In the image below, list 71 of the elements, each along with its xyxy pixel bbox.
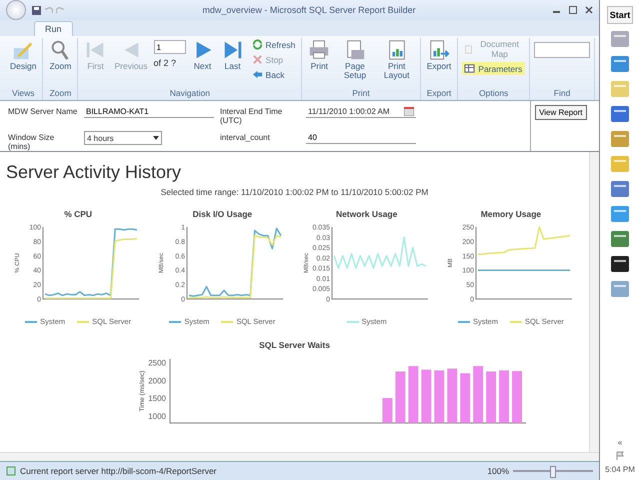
last-arrow-icon xyxy=(222,39,244,61)
field-label: interval_count xyxy=(220,132,271,144)
chart-title: Memory Usage xyxy=(480,209,542,219)
find-field[interactable] xyxy=(534,42,590,58)
group-label: Find xyxy=(552,88,572,100)
page-count: of 2 ? xyxy=(154,58,178,68)
ribbon-button[interactable]: Back xyxy=(250,68,298,81)
report-title: Server Activity History xyxy=(6,162,182,183)
view-report-button[interactable]: View Report xyxy=(535,105,586,120)
app-menu-button[interactable] xyxy=(6,0,26,20)
refresh-icon xyxy=(252,39,263,50)
field-label: MDW Server Name xyxy=(8,106,78,118)
chart-title: Network Usage xyxy=(336,209,398,219)
field-label: Interval End Time (UTC) xyxy=(220,106,284,125)
window-title: mdw_overview - Microsoft SQL Server Report Builder xyxy=(201,5,417,15)
chart-title: % CPU xyxy=(64,209,92,219)
tick-label: 2000 xyxy=(148,376,166,386)
group-label: Print xyxy=(351,88,371,100)
parameters-icon xyxy=(464,63,476,74)
ribbon-button[interactable]: Print Layout xyxy=(378,38,416,82)
ribbon-button[interactable]: Next xyxy=(190,38,216,72)
stop-icon xyxy=(252,54,263,65)
time-range-text: Selected time range: 11/10/2010 1:00:02 PM to 11/10/2010 5:00:02 PM xyxy=(160,187,430,197)
magnifier-icon xyxy=(49,39,72,61)
flag-icon[interactable] xyxy=(615,451,626,461)
close-icon[interactable] xyxy=(585,6,594,14)
dropdown-field[interactable]: 4 hours xyxy=(84,131,162,145)
ribbon-button[interactable]: Print xyxy=(306,38,332,72)
ribbon-button[interactable]: Zoom xyxy=(47,38,74,72)
document-icon xyxy=(464,44,474,54)
ribbon-button[interactable]: Design xyxy=(8,38,38,72)
redo-icon[interactable] xyxy=(56,6,65,14)
back-arrow-icon xyxy=(252,69,263,80)
group-label: Options xyxy=(478,88,510,100)
server-icon xyxy=(6,466,16,476)
vertical-scrollbar[interactable] xyxy=(589,152,600,452)
page-number-field[interactable]: 1 xyxy=(154,40,186,54)
chart-title: Disk I/O Usage xyxy=(192,209,252,219)
ribbon-tab[interactable]: Run xyxy=(34,21,73,36)
date-field[interactable]: 11/11/2010 1:00:02 AM xyxy=(306,105,416,118)
export-chart-icon xyxy=(428,39,450,61)
ribbon-button[interactable]: Export xyxy=(424,38,454,72)
start-button[interactable]: Start xyxy=(606,6,634,24)
ribbon-button[interactable]: Last xyxy=(220,38,246,72)
tick-label: 1500 xyxy=(148,394,166,404)
tray-expand-button[interactable]: « xyxy=(618,438,622,447)
maximize-icon[interactable] xyxy=(569,6,578,14)
printer-icon xyxy=(308,39,330,61)
group-label: Views xyxy=(10,88,36,100)
group-label: Zoom xyxy=(48,88,72,100)
clock[interactable]: 5:04 PM xyxy=(605,465,635,474)
group-label: Export xyxy=(426,88,452,100)
zoom-slider-thumb[interactable] xyxy=(550,466,556,478)
horizontal-scrollbar[interactable] xyxy=(0,452,600,461)
taskbar-app-icon[interactable] xyxy=(609,254,632,274)
undo-icon[interactable] xyxy=(44,6,53,14)
group-label: Navigation xyxy=(168,88,211,100)
dropdown-arrow-icon xyxy=(153,136,159,140)
zoom-level: 100% xyxy=(487,466,510,476)
chart-title: SQL Server Waits xyxy=(259,340,330,350)
status-text: Current report server http://bill-scom-4/ReportServer xyxy=(20,466,218,476)
calendar-icon xyxy=(404,106,414,116)
tick-label: 2500 xyxy=(148,358,166,368)
ribbon-button[interactable]: Refresh xyxy=(250,38,298,51)
tick-label: 1000 xyxy=(148,412,166,421)
save-icon[interactable] xyxy=(32,6,41,14)
ribbon-button[interactable]: Page Setup xyxy=(336,38,374,82)
input-field[interactable]: 40 xyxy=(306,131,416,144)
field-label: Window Size (mins) xyxy=(8,132,56,151)
input-field[interactable]: BILLRAMO-KAT1 xyxy=(84,105,214,118)
ribbon-button[interactable]: Parameters xyxy=(462,62,526,75)
